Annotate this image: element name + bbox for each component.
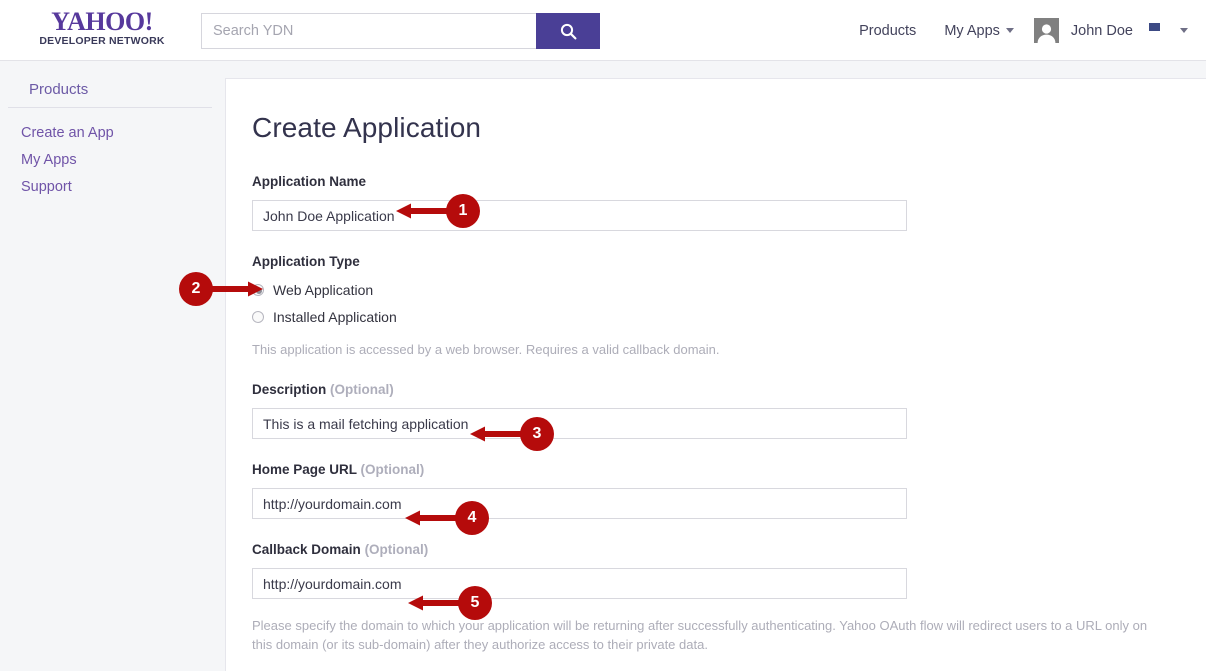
search-input[interactable]	[201, 13, 536, 49]
avatar[interactable]	[1033, 18, 1059, 43]
user-avatar-icon	[1037, 24, 1056, 43]
callback-domain-input[interactable]	[252, 568, 907, 599]
field-group-description: Description (Optional)	[252, 381, 1206, 439]
radio-button-web-application[interactable]	[252, 284, 264, 296]
main-content-panel: Create Application Application Name Appl…	[225, 78, 1206, 671]
page-title: Create Application	[252, 112, 482, 143]
label-description-optional: (Optional)	[330, 382, 394, 397]
nav-item-my-apps[interactable]: My Apps	[930, 23, 1028, 39]
field-group-callback-domain: Callback Domain (Optional) Please specif…	[252, 541, 1206, 654]
label-callback-domain-optional: (Optional)	[364, 542, 429, 557]
user-name[interactable]: John Doe	[1059, 23, 1143, 39]
locale-switcher[interactable]	[1149, 22, 1188, 39]
home-page-url-input[interactable]	[252, 488, 907, 519]
label-application-type: Application Type	[252, 254, 360, 269]
label-description: Description (Optional)	[252, 382, 394, 397]
yahoo-developer-network-logo[interactable]: YAHOO! DEVELOPER NETWORK	[38, 7, 166, 48]
sidebar-item-support[interactable]: Support	[0, 173, 225, 200]
label-description-text: Description	[252, 382, 327, 397]
radio-label-web-application: Web Application	[273, 282, 374, 298]
application-name-input[interactable]	[252, 200, 907, 231]
us-flag-icon	[1149, 22, 1174, 39]
nav-item-my-apps-label: My Apps	[944, 22, 1000, 39]
header-nav: Products My Apps John Doe	[845, 0, 1188, 61]
chevron-down-icon	[1180, 28, 1188, 33]
search-icon	[560, 23, 576, 39]
search-button[interactable]	[536, 13, 600, 49]
radio-option-installed-application[interactable]: Installed Application	[252, 309, 1206, 325]
search-bar	[201, 13, 600, 49]
radio-button-installed-application[interactable]	[252, 311, 264, 323]
label-callback-domain: Callback Domain (Optional)	[252, 542, 428, 557]
sidebar-heading-products[interactable]: Products	[8, 61, 212, 108]
label-home-page-url: Home Page URL (Optional)	[252, 462, 424, 477]
label-home-page-url-optional: (Optional)	[360, 462, 425, 477]
page-body: Products Create an App My Apps Support C…	[0, 61, 1206, 671]
application-type-help-text: This application is accessed by a web br…	[252, 342, 720, 357]
sidebar: Products Create an App My Apps Support	[0, 61, 225, 671]
sidebar-item-create-an-app[interactable]: Create an App	[0, 119, 225, 146]
logo-wordmark: YAHOO!	[51, 7, 153, 36]
sidebar-list: Create an App My Apps Support	[0, 108, 225, 200]
field-group-home-page-url: Home Page URL (Optional)	[252, 461, 1206, 519]
description-input[interactable]	[252, 408, 907, 439]
field-group-application-name: Application Name	[252, 173, 1206, 231]
label-application-name: Application Name	[252, 174, 367, 189]
chevron-down-icon	[1005, 28, 1014, 34]
site-header: YAHOO! DEVELOPER NETWORK Products My App…	[0, 0, 1206, 61]
radio-label-installed-application: Installed Application	[273, 309, 397, 325]
logo-tagline: DEVELOPER NETWORK	[39, 35, 165, 47]
label-callback-domain-text: Callback Domain	[252, 542, 361, 557]
label-home-page-url-text: Home Page URL	[252, 462, 357, 477]
radio-option-web-application[interactable]: Web Application	[252, 282, 1206, 298]
sidebar-item-my-apps[interactable]: My Apps	[0, 146, 225, 173]
callback-domain-help-text: Please specify the domain to which your …	[252, 618, 1148, 652]
create-application-form: Application Name Application Type Web Ap…	[226, 173, 1206, 654]
nav-item-products[interactable]: Products	[845, 23, 930, 39]
field-group-application-type: Application Type Web Application Install…	[252, 253, 1206, 359]
